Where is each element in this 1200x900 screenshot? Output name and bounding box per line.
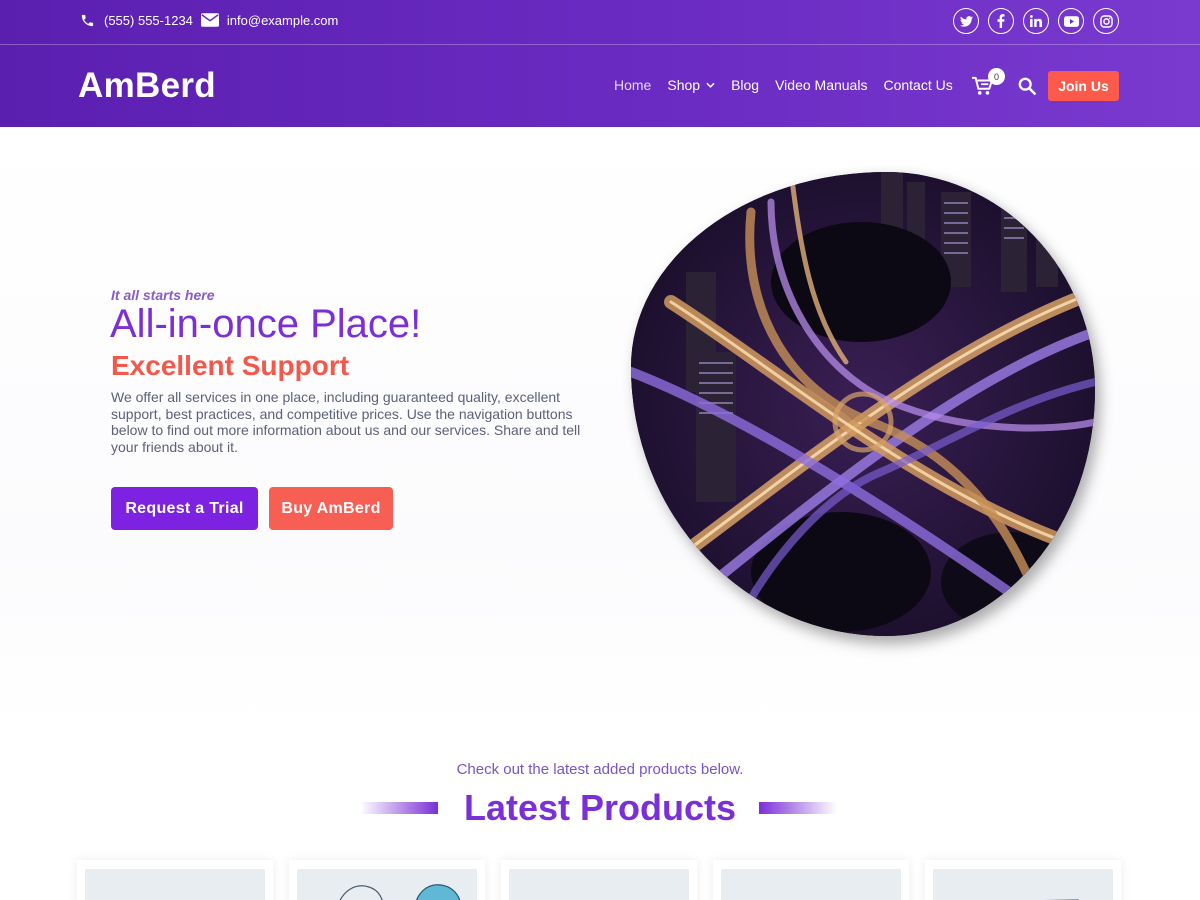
nav-item-home[interactable]: Home [614, 77, 651, 93]
phone-number[interactable]: (555) 555-1234 [104, 13, 193, 28]
nav-item-contact-us[interactable]: Contact Us [883, 77, 952, 93]
email-address[interactable]: info@example.com [227, 13, 338, 28]
envelope-icon [200, 11, 219, 29]
product-card[interactable] [713, 860, 909, 900]
request-trial-button[interactable]: Request a Trial [111, 487, 258, 530]
products-subtitle: Check out the latest added products belo… [456, 761, 744, 778]
caps-illustration [339, 884, 461, 900]
hero-description: We offer all services in one place, incl… [111, 389, 581, 456]
social-links [953, 8, 1119, 34]
product-card[interactable] [501, 860, 697, 900]
site-logo[interactable]: AmBerd [78, 66, 216, 106]
product-thumbnail [933, 869, 1113, 900]
products-title: Latest Products [463, 787, 737, 828]
product-thumbnail [509, 869, 689, 900]
contact-info: (555) 555-1234 info@example.com [78, 11, 346, 29]
chevron-down-icon [706, 82, 715, 88]
nav-item-shop-label: Shop [667, 77, 701, 93]
youtube-icon[interactable] [1058, 8, 1084, 34]
linkedin-icon[interactable] [1023, 8, 1049, 34]
buy-amberd-button[interactable]: Buy AmBerd [269, 487, 393, 530]
product-card[interactable] [289, 860, 485, 900]
nav-item-blog[interactable]: Blog [731, 77, 759, 93]
product-thumbnail [297, 869, 477, 900]
cart-count-badge: 0 [988, 68, 1005, 85]
product-sketch-illustration [1044, 899, 1079, 900]
nav-item-video-manuals[interactable]: Video Manuals [775, 77, 867, 93]
phone-icon [78, 11, 96, 29]
search-icon[interactable] [1018, 77, 1036, 95]
product-card[interactable] [925, 860, 1121, 900]
hero-subtitle: Excellent Support [111, 350, 350, 381]
main-navigation: Home Shop Blog Video Manuals Contact Us [614, 77, 969, 93]
join-us-button[interactable]: Join Us [1048, 71, 1119, 101]
product-thumbnail [85, 869, 265, 900]
site-header: (555) 555-1234 info@example.com AmBerd H… [0, 0, 1200, 127]
facebook-icon[interactable] [988, 8, 1014, 34]
hero-eyebrow: It all starts here [111, 287, 215, 303]
top-bar: (555) 555-1234 info@example.com [0, 0, 1200, 45]
nav-item-shop[interactable]: Shop [667, 77, 715, 93]
product-thumbnail [721, 869, 901, 900]
instagram-icon[interactable] [1093, 8, 1119, 34]
twitter-icon[interactable] [953, 8, 979, 34]
hero-title: All-in-once Place! [110, 302, 422, 346]
title-decoration-right [759, 802, 837, 814]
product-card[interactable] [77, 860, 273, 900]
